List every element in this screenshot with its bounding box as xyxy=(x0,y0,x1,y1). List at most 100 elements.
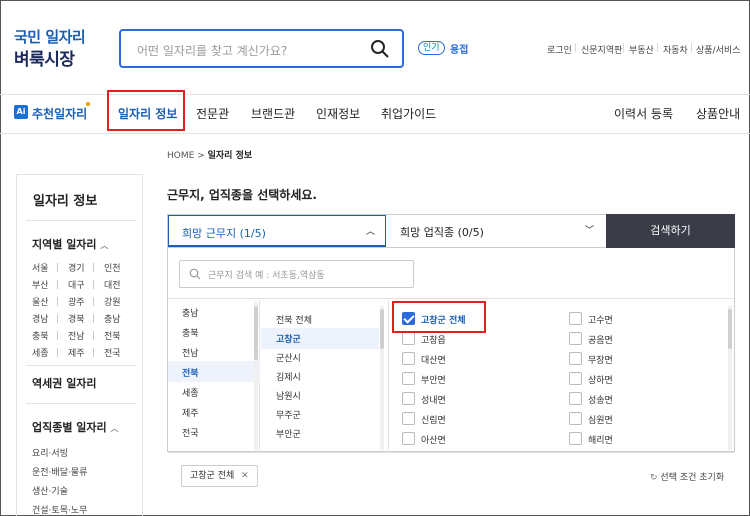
breadcrumb-home[interactable]: HOME xyxy=(167,151,194,161)
town-label[interactable]: 공음면 xyxy=(588,333,613,346)
town-checkbox[interactable] xyxy=(569,412,582,425)
town-checkbox[interactable] xyxy=(402,332,415,345)
town-label[interactable]: 고수면 xyxy=(588,313,613,326)
town-label[interactable]: 부안면 xyxy=(421,373,446,386)
town-checkbox[interactable] xyxy=(402,432,415,445)
nav-career-guide[interactable]: 취업가이드 xyxy=(381,105,436,122)
region-grid: 서울 | 경기 | 인천 부산 | 대구 | 대전 울산 | 광주 | 강원 경남 | 경북 | 충남 충북 | 전남 | 전북… xyxy=(32,259,132,361)
town-checkbox[interactable] xyxy=(569,352,582,365)
city-item[interactable]: 남원시 xyxy=(276,389,301,402)
nav-brand[interactable]: 브랜드관 xyxy=(251,105,295,122)
province-item[interactable]: 세종 xyxy=(182,386,199,399)
region-link[interactable]: 세종 xyxy=(32,346,56,359)
region-link[interactable]: 인천 xyxy=(104,261,128,274)
jobtype-item[interactable]: 생산·기술 xyxy=(32,484,68,497)
nav-product-info[interactable]: 상품안내 xyxy=(696,105,740,122)
town-checkbox[interactable] xyxy=(569,432,582,445)
nav-resume-register[interactable]: 이력서 등록 xyxy=(614,105,673,122)
reset-button[interactable]: ↻ 선택 조건 초기화 xyxy=(650,470,724,483)
town-label[interactable]: 아산면 xyxy=(421,433,446,446)
city-item[interactable]: 무주군 xyxy=(276,408,301,421)
selected-chip[interactable]: 고창군 전체 ✕ xyxy=(181,465,258,487)
logo-line1[interactable]: 국민 일자리 xyxy=(14,26,86,47)
region-link[interactable]: 경북 xyxy=(68,312,92,325)
town-label[interactable]: 상하면 xyxy=(588,373,613,386)
login-link[interactable]: 로그인 xyxy=(547,43,572,56)
town-label[interactable]: 성송면 xyxy=(588,393,613,406)
town-label[interactable]: 고창읍 xyxy=(421,333,446,346)
region-link[interactable]: 서울 xyxy=(32,261,56,274)
city-item[interactable]: 부안군 xyxy=(276,427,301,440)
city-item[interactable]: 고창군 xyxy=(276,332,301,345)
tab-location[interactable]: 희망 근무지 (1/5) ︿ xyxy=(168,215,386,247)
search-icon[interactable] xyxy=(370,39,390,59)
region-link[interactable]: 전북 xyxy=(104,329,128,342)
region-link[interactable]: 충북 xyxy=(32,329,56,342)
breadcrumb: HOME > 일자리 정보 xyxy=(167,148,252,161)
popular-keyword[interactable]: 용접 xyxy=(450,41,468,56)
car-link[interactable]: 자동차 xyxy=(663,43,688,56)
region-link[interactable]: 강원 xyxy=(104,295,128,308)
town-label[interactable]: 성내면 xyxy=(421,393,446,406)
city-item[interactable]: 김제시 xyxy=(276,370,301,383)
sidebar-jobtype-header[interactable]: 업직종별 일자리 ︿ xyxy=(32,419,119,435)
town-checkbox[interactable] xyxy=(569,392,582,405)
town-checkbox[interactable] xyxy=(569,372,582,385)
newspaper-link[interactable]: 신문지역판 xyxy=(581,43,622,56)
city-item[interactable]: 전북 전체 xyxy=(276,313,312,326)
region-link[interactable]: 울산 xyxy=(32,295,56,308)
region-link[interactable]: 대전 xyxy=(104,278,128,291)
jobtype-item[interactable]: 건설·토목·노무 xyxy=(32,503,87,516)
region-link[interactable]: 제주 xyxy=(68,346,92,359)
region-row: 서울 | 경기 | 인천 xyxy=(32,259,132,276)
realestate-link[interactable]: 부동산 xyxy=(629,43,654,56)
jobtype-item[interactable]: 요리·서빙 xyxy=(32,446,68,459)
town-checkbox[interactable] xyxy=(402,352,415,365)
town-label[interactable]: 신림면 xyxy=(421,413,446,426)
town-label[interactable]: 무장면 xyxy=(588,353,613,366)
region-link[interactable]: 충남 xyxy=(104,312,128,325)
town-checkbox[interactable] xyxy=(402,412,415,425)
town-label[interactable]: 심원면 xyxy=(588,413,613,426)
town-checkbox[interactable] xyxy=(402,372,415,385)
search-button[interactable]: 검색하기 xyxy=(606,214,735,248)
scrollbar-thumb[interactable] xyxy=(254,306,258,360)
products-link[interactable]: 상품/서비스 xyxy=(696,43,740,56)
region-link[interactable]: 부산 xyxy=(32,278,56,291)
region-link[interactable]: 전남 xyxy=(68,329,92,342)
region-link[interactable]: 전국 xyxy=(104,346,128,359)
region-link[interactable]: 광주 xyxy=(68,295,92,308)
sidebar-station-title[interactable]: 역세권 일자리 xyxy=(32,375,97,391)
scrollbar-thumb[interactable] xyxy=(728,309,732,349)
town-checkbox[interactable] xyxy=(569,312,582,325)
province-item[interactable]: 제주 xyxy=(182,406,199,419)
scrollbar-thumb[interactable] xyxy=(380,309,384,349)
search-input[interactable]: 어떤 일자리를 찾고 계신가요? xyxy=(137,42,287,59)
search-box[interactable]: 어떤 일자리를 찾고 계신가요? xyxy=(119,29,404,68)
sidebar-region-header[interactable]: 지역별 일자리 ︿ xyxy=(32,236,108,252)
province-item[interactable]: 전북 xyxy=(182,366,199,379)
town-checkbox[interactable] xyxy=(402,392,415,405)
region-separator: | xyxy=(92,347,96,358)
close-icon[interactable]: ✕ xyxy=(241,471,249,481)
province-item[interactable]: 충남 xyxy=(182,306,199,319)
region-separator: | xyxy=(56,313,60,324)
region-link[interactable]: 대구 xyxy=(68,278,92,291)
city-item[interactable]: 군산시 xyxy=(276,351,301,364)
town-label[interactable]: 대산면 xyxy=(421,353,446,366)
tab-jobtype[interactable]: 희망 업직종 (0/5) ﹀ xyxy=(386,215,606,247)
province-item[interactable]: 전국 xyxy=(182,426,199,439)
nav-specialty[interactable]: 전문관 xyxy=(196,105,229,122)
nav-ai-recommend[interactable]: 추천일자리 xyxy=(32,105,87,122)
province-item[interactable]: 충북 xyxy=(182,326,199,339)
region-link[interactable]: 경남 xyxy=(32,312,56,325)
nav-talent[interactable]: 인재정보 xyxy=(316,105,360,122)
region-link[interactable]: 경기 xyxy=(68,261,92,274)
province-item[interactable]: 전남 xyxy=(182,346,199,359)
town-checkbox[interactable] xyxy=(569,332,582,345)
location-search-input[interactable]: 근무지 검색 예 : 서초동,역삼동 xyxy=(179,260,414,288)
town-label[interactable]: 해리면 xyxy=(588,433,613,446)
logo-line2[interactable]: 벼룩시장 xyxy=(14,45,75,70)
jobtype-item[interactable]: 운전·배달·물류 xyxy=(32,465,87,478)
divider xyxy=(168,452,734,453)
